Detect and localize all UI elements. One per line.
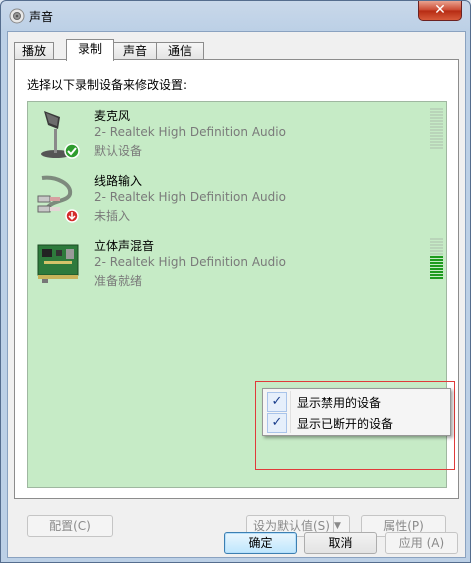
menu-item-label: 显示禁用的设备 <box>297 396 382 410</box>
line-in-cable-icon <box>37 175 79 223</box>
configure-button[interactable]: 配置(C) <box>27 515 113 537</box>
menu-item-label: 显示已断开的设备 <box>297 417 394 431</box>
menu-item-show-disabled[interactable]: ✓ 显示禁用的设备 <box>265 391 448 412</box>
device-description: 2- Realtek High Definition Audio <box>94 125 286 139</box>
sound-card-icon <box>37 244 79 283</box>
speaker-icon <box>9 8 25 24</box>
menu-item-show-disconnected[interactable]: ✓ 显示已断开的设备 <box>265 412 448 433</box>
checkmark-icon: ✓ <box>267 413 287 433</box>
device-item-microphone[interactable]: 麦克风 2- Realtek High Definition Audio 默认设… <box>28 102 446 164</box>
instruction-text: 选择以下录制设备来修改设置: <box>27 78 188 92</box>
ok-button[interactable]: 确定 <box>224 532 297 554</box>
tab-recording[interactable]: 录制 <box>66 39 114 61</box>
apply-button[interactable]: 应用 (A) <box>385 532 458 554</box>
device-item-stereo-mix[interactable]: 立体声混音 2- Realtek High Definition Audio 准… <box>28 232 446 294</box>
checkmark-icon: ✓ <box>267 392 287 412</box>
tab-communications[interactable]: 通信 <box>156 42 204 60</box>
device-status: 未插入 <box>94 209 131 223</box>
microphone-icon <box>41 111 80 159</box>
dialog-client-area: 播放 录制 声音 通信 选择以下录制设备来修改设置: 麦克风 2- Realte… <box>7 31 466 558</box>
device-status: 准备就绪 <box>94 274 143 288</box>
set-default-label: 设为默认值(S) <box>253 519 330 533</box>
tab-playback[interactable]: 播放 <box>14 42 54 60</box>
tab-sounds[interactable]: 声音 <box>112 42 158 60</box>
device-name: 立体声混音 <box>94 239 155 253</box>
recording-device-list[interactable]: 麦克风 2- Realtek High Definition Audio 默认设… <box>27 101 455 488</box>
level-meter <box>430 238 443 280</box>
title-bar[interactable]: 声音 ✕ <box>1 1 470 31</box>
default-check-icon <box>64 143 80 159</box>
device-name: 线路输入 <box>94 174 143 188</box>
recording-tab-panel: 选择以下录制设备来修改设置: 麦克风 2- Realtek High Defin… <box>14 59 459 537</box>
close-button[interactable]: ✕ <box>418 1 462 21</box>
device-list-context-menu: ✓ 显示禁用的设备 ✓ 显示已断开的设备 <box>262 388 451 436</box>
close-icon: ✕ <box>434 2 446 18</box>
device-description: 2- Realtek High Definition Audio <box>94 190 286 204</box>
sound-dialog-window: 声音 ✕ 播放 录制 声音 通信 选择以下录制设备来修改设置: 麦克风 2- R… <box>0 0 471 563</box>
device-name: 麦克风 <box>94 109 131 123</box>
cancel-button[interactable]: 取消 <box>304 532 377 554</box>
device-status: 默认设备 <box>94 144 143 158</box>
device-description: 2- Realtek High Definition Audio <box>94 255 286 269</box>
level-meter <box>430 108 443 150</box>
device-item-line-in[interactable]: 线路输入 2- Realtek High Definition Audio 未插… <box>28 167 446 229</box>
window-title: 声音 <box>29 10 54 24</box>
